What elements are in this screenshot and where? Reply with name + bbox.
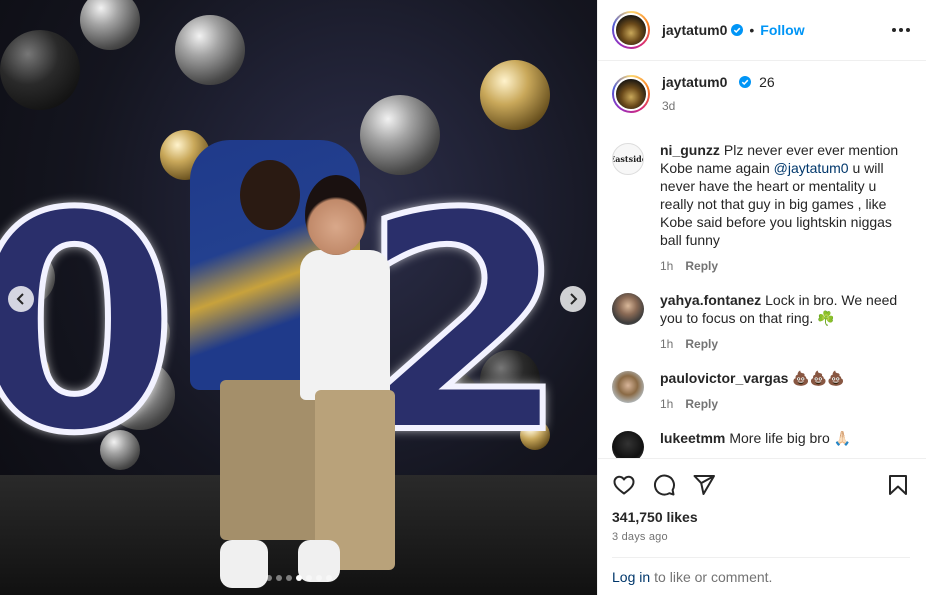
next-slide-button[interactable]: [560, 286, 586, 312]
post-side-panel: jaytatum0 • Follow jaytatum0 26 3d astsi…: [597, 0, 926, 595]
reply-button[interactable]: Reply: [685, 395, 718, 413]
chevron-left-icon: [16, 293, 24, 305]
person-adult-head: [240, 160, 300, 230]
comments-list[interactable]: jaytatum0 26 3d Eastside ni_gunzzPlz nev…: [598, 61, 926, 458]
login-link[interactable]: Log in: [612, 569, 650, 585]
carousel-dot: [265, 575, 272, 581]
comment-time: 1h: [660, 337, 674, 351]
caption-text: 26: [759, 74, 775, 90]
comment-item: paulovictor_vargas 💩💩💩 1h Reply: [612, 369, 910, 413]
save-bookmark-icon[interactable]: [886, 473, 910, 497]
instagram-post: 0 2 jaytatum0 • Follow jaytatum0 26 3d a…: [0, 0, 926, 595]
balloon: [175, 15, 245, 85]
action-bar: [612, 459, 910, 511]
commenter-username[interactable]: yahya.fontanez: [660, 292, 761, 308]
carousel-dot: [275, 575, 282, 581]
reply-button[interactable]: Reply: [685, 335, 718, 353]
carousel-indicator: [0, 575, 597, 581]
carousel-dot: [295, 575, 302, 581]
login-prompt-text: to like or comment.: [654, 568, 773, 585]
commenter-avatar[interactable]: Eastside: [612, 143, 644, 175]
author-avatar[interactable]: [612, 75, 650, 113]
reply-button[interactable]: Reply: [685, 257, 718, 275]
caption-username[interactable]: jaytatum0: [662, 74, 727, 90]
post-actions-area: 341,750 likes 3 days ago Log in to like …: [598, 458, 926, 595]
comment-mention-link[interactable]: @jaytatum0: [774, 160, 849, 176]
verified-badge-icon: [739, 76, 752, 88]
like-heart-icon[interactable]: [612, 473, 636, 497]
post-header: jaytatum0 • Follow: [598, 0, 926, 61]
person-child-head: [305, 175, 367, 255]
follow-separator: •: [749, 22, 755, 38]
post-date[interactable]: 3 days ago: [612, 531, 910, 543]
share-paper-plane-icon[interactable]: [692, 473, 716, 497]
caption-time: 3d: [662, 99, 676, 113]
comment-text: More life big bro 🙏🏻: [729, 430, 852, 446]
person-child: [300, 250, 390, 400]
commenter-avatar[interactable]: [612, 293, 644, 325]
previous-slide-button[interactable]: [8, 286, 34, 312]
carousel-dot: [315, 575, 322, 581]
comment-item: lukeetmm More life big bro 🙏🏻: [612, 429, 910, 458]
author-avatar[interactable]: [612, 11, 650, 49]
post-media[interactable]: 0 2: [0, 0, 597, 595]
more-options-icon[interactable]: [892, 28, 910, 32]
login-prompt: Log in to like or comment.: [612, 557, 910, 595]
carousel-dot: [305, 575, 312, 581]
commenter-username[interactable]: lukeetmm: [660, 430, 725, 446]
marquee-digit-left: 0: [0, 150, 182, 499]
likes-count[interactable]: 341,750 likes: [612, 509, 910, 525]
chevron-right-icon: [570, 293, 578, 305]
follow-button[interactable]: Follow: [760, 22, 804, 38]
comment-bubble-icon[interactable]: [652, 473, 676, 497]
commenter-avatar[interactable]: [612, 431, 644, 458]
comment-item: yahya.fontanez Lock in bro. We need you t…: [612, 291, 910, 353]
balloon: [0, 30, 80, 110]
caption: jaytatum0 26 3d: [612, 73, 910, 115]
balloon: [80, 0, 140, 50]
verified-badge-icon: [731, 24, 744, 36]
comment-text: 💩💩💩: [792, 370, 845, 386]
comment-item: Eastside ni_gunzzPlz never ever ever men…: [612, 141, 910, 275]
carousel-dot: [325, 575, 332, 581]
balloon: [480, 60, 550, 130]
commenter-username[interactable]: paulovictor_vargas: [660, 370, 788, 386]
commenter-avatar[interactable]: [612, 371, 644, 403]
commenter-username[interactable]: ni_gunzz: [660, 142, 720, 158]
carousel-dot: [285, 575, 292, 581]
comment-time: 1h: [660, 259, 674, 273]
author-username[interactable]: jaytatum0: [662, 22, 727, 38]
comment-time: 1h: [660, 397, 674, 411]
